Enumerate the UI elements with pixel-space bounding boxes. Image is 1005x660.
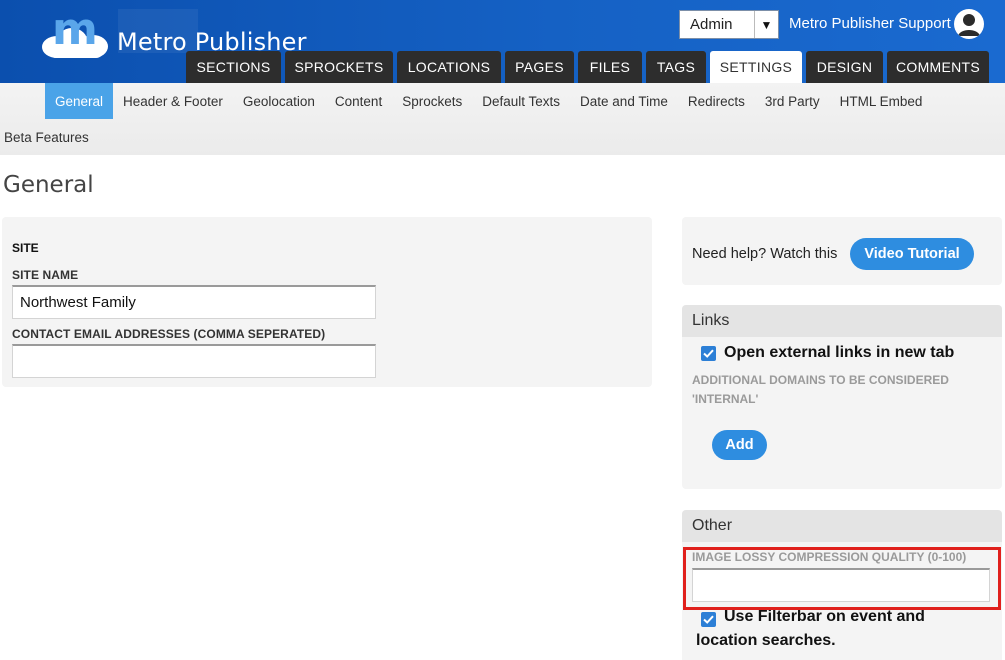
subnav-item-beta-features[interactable]: Beta Features <box>4 130 89 145</box>
site-name-label: SITE NAME <box>12 268 79 282</box>
role-select[interactable]: Admin ▼ <box>679 10 779 39</box>
help-panel: Need help? Watch this Video Tutorial <box>682 217 1002 285</box>
open-external-label[interactable]: Open external links in new tab <box>724 341 954 365</box>
tab-locations[interactable]: LOCATIONS <box>397 51 501 83</box>
metro-publisher-logo-icon[interactable]: m <box>42 4 108 58</box>
tab-sections[interactable]: SECTIONS <box>186 51 281 83</box>
add-domain-button[interactable]: Add <box>712 430 767 460</box>
subnav-item-html-embed[interactable]: HTML Embed <box>830 83 933 119</box>
logo-letter: m <box>52 4 98 55</box>
internal-domains-label-line2: 'INTERNAL' <box>692 392 759 406</box>
tab-pages[interactable]: PAGES <box>505 51 574 83</box>
filterbar-label-line2[interactable]: location searches. <box>696 629 836 653</box>
tab-comments[interactable]: COMMENTS <box>887 51 989 83</box>
highlight-annotation <box>683 547 1001 610</box>
subnav-item-date-and-time[interactable]: Date and Time <box>570 83 678 119</box>
tab-design[interactable]: DESIGN <box>806 51 883 83</box>
checkmark-icon <box>703 349 714 358</box>
contact-email-input[interactable] <box>12 344 376 378</box>
video-tutorial-button[interactable]: Video Tutorial <box>850 238 974 270</box>
chevron-down-icon: ▼ <box>754 11 778 38</box>
settings-subnav: General Header & Footer Geolocation Cont… <box>0 83 1005 155</box>
subnav-item-general[interactable]: General <box>45 83 114 119</box>
subnav-item-content[interactable]: Content <box>325 83 392 119</box>
subnav-item-header-footer[interactable]: Header & Footer <box>113 83 233 119</box>
role-select-value: Admin <box>690 16 733 33</box>
checkmark-icon <box>703 615 714 624</box>
other-panel-title: Other <box>682 510 1002 542</box>
page-title: General <box>3 172 94 198</box>
tab-sprockets[interactable]: SPROCKETS <box>285 51 393 83</box>
subnav-item-redirects[interactable]: Redirects <box>678 83 755 119</box>
user-avatar-icon[interactable] <box>954 9 984 39</box>
tab-files[interactable]: FILES <box>578 51 642 83</box>
site-panel: SITE SITE NAME Northwest Family CONTACT … <box>2 217 652 387</box>
main-tabs: SECTIONS SPROCKETS LOCATIONS PAGES FILES… <box>186 51 989 83</box>
tab-settings[interactable]: SETTINGS <box>710 51 802 83</box>
subnav-item-sprockets[interactable]: Sprockets <box>392 83 472 119</box>
internal-domains-label-line1: ADDITIONAL DOMAINS TO BE CONSIDERED <box>692 373 949 387</box>
contact-email-label: CONTACT EMAIL ADDRESSES (COMMA SEPERATED… <box>12 327 326 341</box>
subnav-item-default-texts[interactable]: Default Texts <box>472 83 570 119</box>
open-external-checkbox[interactable] <box>701 346 716 361</box>
tab-tags[interactable]: TAGS <box>646 51 706 83</box>
filterbar-checkbox[interactable] <box>701 612 716 627</box>
site-section-label: SITE <box>12 241 39 255</box>
subnav-item-geolocation[interactable]: Geolocation <box>233 83 325 119</box>
site-name-input[interactable]: Northwest Family <box>12 285 376 319</box>
support-link[interactable]: Metro Publisher Support <box>789 15 951 32</box>
subnav-item-3rd-party[interactable]: 3rd Party <box>755 83 830 119</box>
links-panel-title: Links <box>682 305 1002 337</box>
top-header: m Metro Publisher Admin ▼ Metro Publishe… <box>0 0 1005 83</box>
help-text: Need help? Watch this <box>692 246 838 262</box>
links-panel: Links Open external links in new tab ADD… <box>682 305 1002 489</box>
